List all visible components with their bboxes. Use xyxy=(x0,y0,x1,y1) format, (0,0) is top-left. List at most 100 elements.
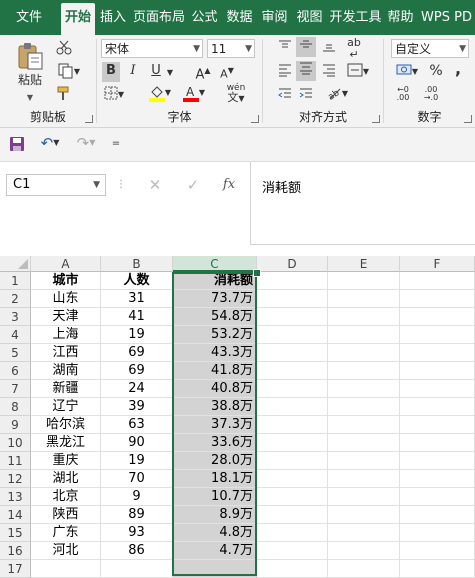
italic-button[interactable]: I xyxy=(124,62,142,80)
column-header-d[interactable]: D xyxy=(257,256,328,272)
table-cell[interactable]: 19 xyxy=(101,326,173,344)
table-cell[interactable] xyxy=(257,560,328,578)
table-cell[interactable] xyxy=(328,362,400,380)
column-header-b[interactable]: B xyxy=(101,256,173,272)
cancel-entry-icon[interactable]: ✕ xyxy=(140,176,170,194)
table-cell[interactable] xyxy=(328,344,400,362)
row-header[interactable]: 8 xyxy=(0,398,31,416)
table-cell[interactable] xyxy=(400,470,475,488)
table-cell[interactable]: 黑龙江 xyxy=(31,434,101,452)
table-cell[interactable] xyxy=(257,452,328,470)
tab-help[interactable]: 帮助 xyxy=(384,0,417,35)
row-header[interactable]: 9 xyxy=(0,416,31,434)
font-dialog-launcher-icon[interactable] xyxy=(251,115,259,123)
column-header-f[interactable]: F xyxy=(400,256,475,272)
table-cell[interactable]: 4.7万 xyxy=(173,542,257,560)
row-header[interactable]: 17 xyxy=(0,560,31,578)
table-cell[interactable] xyxy=(257,326,328,344)
row-header[interactable]: 15 xyxy=(0,524,31,542)
row-header[interactable]: 13 xyxy=(0,488,31,506)
underline-dropdown-icon[interactable]: ▼ xyxy=(165,64,175,82)
table-cell[interactable] xyxy=(257,470,328,488)
table-cell[interactable] xyxy=(257,398,328,416)
accounting-format-button[interactable]: ▼ xyxy=(392,63,422,83)
table-cell[interactable] xyxy=(328,308,400,326)
table-cell[interactable] xyxy=(328,524,400,542)
align-right-button[interactable] xyxy=(319,63,339,83)
table-cell[interactable] xyxy=(328,416,400,434)
table-cell[interactable] xyxy=(257,542,328,560)
format-painter-button[interactable] xyxy=(54,85,74,107)
table-cell[interactable]: 24 xyxy=(101,380,173,398)
table-cell[interactable] xyxy=(400,362,475,380)
merge-center-button[interactable]: ▼ xyxy=(343,63,373,83)
table-cell[interactable]: 31 xyxy=(101,290,173,308)
align-left-button[interactable] xyxy=(275,63,295,83)
table-cell[interactable]: 69 xyxy=(101,362,173,380)
column-header-c[interactable]: C xyxy=(173,256,257,272)
underline-button[interactable]: U xyxy=(147,62,165,80)
table-cell[interactable] xyxy=(328,506,400,524)
row-header[interactable]: 12 xyxy=(0,470,31,488)
decrease-decimal-button[interactable]: .00 →.0 xyxy=(420,86,442,102)
table-cell[interactable] xyxy=(328,326,400,344)
tab-data[interactable]: 数据 xyxy=(223,0,256,35)
select-all-button[interactable] xyxy=(0,256,31,272)
table-cell[interactable]: 86 xyxy=(101,542,173,560)
row-header[interactable]: 10 xyxy=(0,434,31,452)
table-cell[interactable]: 41 xyxy=(101,308,173,326)
table-cell[interactable] xyxy=(328,290,400,308)
table-cell[interactable] xyxy=(257,272,328,290)
table-cell[interactable] xyxy=(257,290,328,308)
increase-indent-button[interactable] xyxy=(296,87,316,107)
formula-input[interactable]: 消耗额 xyxy=(250,162,475,245)
table-cell[interactable] xyxy=(328,272,400,290)
alignment-dialog-launcher-icon[interactable] xyxy=(372,115,380,123)
table-cell[interactable] xyxy=(328,470,400,488)
row-header[interactable]: 4 xyxy=(0,326,31,344)
column-header-a[interactable]: A xyxy=(31,256,101,272)
table-cell[interactable] xyxy=(328,398,400,416)
row-header[interactable]: 1 xyxy=(0,272,31,290)
table-cell[interactable] xyxy=(328,488,400,506)
table-cell[interactable]: 39 xyxy=(101,398,173,416)
table-cell[interactable] xyxy=(400,272,475,290)
table-cell[interactable] xyxy=(400,416,475,434)
table-cell[interactable] xyxy=(400,344,475,362)
table-cell[interactable] xyxy=(400,524,475,542)
row-header[interactable]: 3 xyxy=(0,308,31,326)
table-cell[interactable]: 北京 xyxy=(31,488,101,506)
table-cell[interactable]: 9 xyxy=(101,488,173,506)
table-cell[interactable] xyxy=(400,326,475,344)
table-cell[interactable]: 18.1万 xyxy=(173,470,257,488)
table-cell[interactable]: 73.7万 xyxy=(173,290,257,308)
table-cell[interactable] xyxy=(328,380,400,398)
table-cell[interactable] xyxy=(400,290,475,308)
row-header[interactable]: 5 xyxy=(0,344,31,362)
row-header[interactable]: 14 xyxy=(0,506,31,524)
table-cell[interactable]: 湖南 xyxy=(31,362,101,380)
table-cell[interactable]: 山东 xyxy=(31,290,101,308)
middle-align-button[interactable] xyxy=(296,37,316,57)
bold-button[interactable]: B xyxy=(102,62,120,82)
percent-style-button[interactable]: % xyxy=(428,62,444,80)
table-cell[interactable] xyxy=(400,308,475,326)
table-cell[interactable]: 陕西 xyxy=(31,506,101,524)
table-cell[interactable]: 湖北 xyxy=(31,470,101,488)
table-cell[interactable] xyxy=(257,380,328,398)
table-cell[interactable] xyxy=(101,560,173,578)
phonetic-guide-button[interactable]: wén 文▼ xyxy=(221,83,251,104)
tab-file[interactable]: 文件 xyxy=(6,0,52,35)
name-box[interactable]: C1 ▼ xyxy=(6,174,106,196)
table-cell[interactable] xyxy=(257,416,328,434)
table-cell[interactable] xyxy=(400,560,475,578)
table-cell[interactable]: 8.9万 xyxy=(173,506,257,524)
column-header-e[interactable]: E xyxy=(328,256,400,272)
font-family-select[interactable]: 宋体 ▼ xyxy=(101,39,203,58)
table-cell[interactable]: 38.8万 xyxy=(173,398,257,416)
borders-button[interactable]: ▼ xyxy=(102,86,126,106)
table-cell[interactable]: 33.6万 xyxy=(173,434,257,452)
table-cell[interactable]: 上海 xyxy=(31,326,101,344)
table-cell[interactable]: 28.0万 xyxy=(173,452,257,470)
align-center-button[interactable] xyxy=(296,61,316,81)
